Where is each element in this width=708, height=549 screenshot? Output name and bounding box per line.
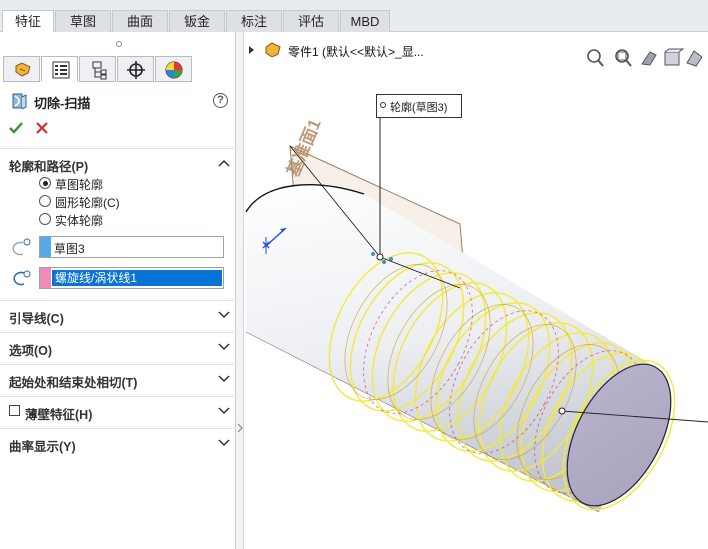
- section-title: 选项(O): [9, 344, 53, 358]
- x-icon[interactable]: [35, 120, 49, 136]
- tab-markup[interactable]: 标注: [226, 10, 282, 32]
- tab-label: 曲面: [126, 14, 153, 29]
- section-thin-feature[interactable]: 薄壁特征(H): [0, 396, 236, 424]
- tab-surfaces[interactable]: 曲面: [112, 10, 168, 32]
- view-toolbar: [587, 48, 702, 67]
- handle-dot[interactable]: [382, 260, 386, 264]
- checkmark-icon[interactable]: [8, 120, 24, 136]
- section-title: 轮廓和路径(P): [9, 160, 89, 174]
- previous-view-icon[interactable]: [641, 51, 657, 66]
- help-icon[interactable]: ?: [213, 93, 228, 108]
- tab-label: 特征: [14, 14, 41, 29]
- callout-label: 轮廓(草图3): [390, 102, 448, 114]
- section-profile-and-path[interactable]: 轮廓和路径(P): [0, 148, 236, 176]
- thin-feature-checkbox[interactable]: [9, 405, 20, 416]
- zoom-to-area-icon[interactable]: [615, 49, 632, 67]
- sweep-cut-icon: [12, 93, 27, 110]
- tab-features[interactable]: 特征: [2, 10, 54, 33]
- tab-label: MBD: [350, 14, 380, 29]
- tab-label: 标注: [240, 14, 267, 29]
- path-value: 螺旋线/涡状线1: [52, 270, 222, 286]
- tab-feature-tree[interactable]: [3, 56, 40, 82]
- display-manager-icon: [165, 61, 183, 79]
- tab-property-manager[interactable]: [41, 56, 78, 82]
- profile-selection-box[interactable]: 草图3: [39, 236, 224, 258]
- tab-label: 钣金: [183, 14, 210, 29]
- part-icon: [265, 42, 281, 57]
- tab-evaluate[interactable]: 评估: [283, 10, 339, 32]
- profile-callout[interactable]: 轮廓(草图3): [376, 94, 462, 118]
- section-title: 薄壁特征(H): [25, 408, 93, 422]
- axis-point[interactable]: [558, 407, 566, 415]
- property-manager: 切除-扫描 ? 轮廓和路径(P) 草图轮廓 圆形轮廓(C) 实体轮廓 草图3 螺…: [0, 32, 236, 549]
- section-options[interactable]: 选项(O): [0, 332, 236, 360]
- radio-label: 草图轮廓: [55, 178, 104, 192]
- callout-point-icon: [380, 102, 386, 108]
- panel-grip-icon[interactable]: [116, 41, 122, 47]
- section-view-icon[interactable]: [664, 48, 685, 66]
- panel-splitter[interactable]: [236, 32, 244, 549]
- graphics-area[interactable]: 零件1 (默认<<默认>_显... 轮廓(草图3) 基准面1: [244, 32, 708, 549]
- chevron-down-icon[interactable]: [218, 406, 230, 416]
- tab-label: 草图: [69, 14, 96, 29]
- section-guide-curves[interactable]: 引导线(C): [0, 300, 236, 328]
- zoom-to-fit-icon[interactable]: [587, 49, 604, 67]
- configuration-manager-icon: [92, 61, 107, 80]
- section-title: 曲率显示(Y): [9, 440, 76, 454]
- model-view: [245, 110, 708, 513]
- tab-mbd[interactable]: MBD: [340, 10, 390, 32]
- radio-button[interactable]: [39, 177, 51, 189]
- handle-dot[interactable]: [371, 252, 375, 256]
- radio-button[interactable]: [39, 213, 51, 225]
- part-name[interactable]: 零件1 (默认<<默认>_显...: [288, 43, 424, 60]
- profile-point[interactable]: [376, 253, 384, 261]
- section-curvature-display[interactable]: 曲率显示(Y): [0, 428, 236, 456]
- radio-label: 圆形轮廓(C): [55, 196, 120, 210]
- path-icon: [13, 270, 31, 286]
- profile-icon: [12, 238, 31, 256]
- property-manager-icon: [52, 61, 70, 79]
- chevron-down-icon[interactable]: [218, 342, 230, 352]
- profile-color-swatch: [40, 237, 51, 257]
- section-title: 起始处和结束处相切(T): [9, 376, 138, 390]
- profile-value: 草图3: [54, 242, 85, 256]
- chevron-down-icon[interactable]: [218, 374, 230, 384]
- tab-sketch[interactable]: 草图: [55, 10, 111, 32]
- tab-configuration-manager[interactable]: [79, 56, 116, 82]
- section-title: 引导线(C): [9, 312, 64, 326]
- feature-tree-icon: [15, 62, 31, 77]
- chevron-up-icon[interactable]: [218, 158, 230, 168]
- section-start-end-tangency[interactable]: 起始处和结束处相切(T): [0, 364, 236, 392]
- radio-button[interactable]: [39, 195, 51, 207]
- chevron-down-icon[interactable]: [218, 438, 230, 448]
- collapse-panel-icon[interactable]: [236, 422, 244, 434]
- tab-display-manager[interactable]: [155, 56, 192, 82]
- tree-expand-icon[interactable]: [248, 45, 256, 55]
- tab-label: 评估: [297, 14, 324, 29]
- view-orientation-icon[interactable]: [686, 50, 702, 67]
- feature-title: 切除-扫描: [34, 96, 91, 111]
- dimxpert-icon: [127, 61, 145, 79]
- path-color-swatch: [40, 268, 51, 288]
- chevron-down-icon[interactable]: [218, 310, 230, 320]
- handle-dot[interactable]: [389, 257, 393, 261]
- radio-label: 实体轮廓: [55, 214, 104, 228]
- tab-dimxpert[interactable]: [117, 56, 154, 82]
- tab-sheet-metal[interactable]: 钣金: [169, 10, 225, 32]
- command-manager-tabs: 特征 草图 曲面 钣金 标注 评估 MBD: [0, 0, 708, 33]
- path-selection-box[interactable]: 螺旋线/涡状线1: [39, 267, 224, 289]
